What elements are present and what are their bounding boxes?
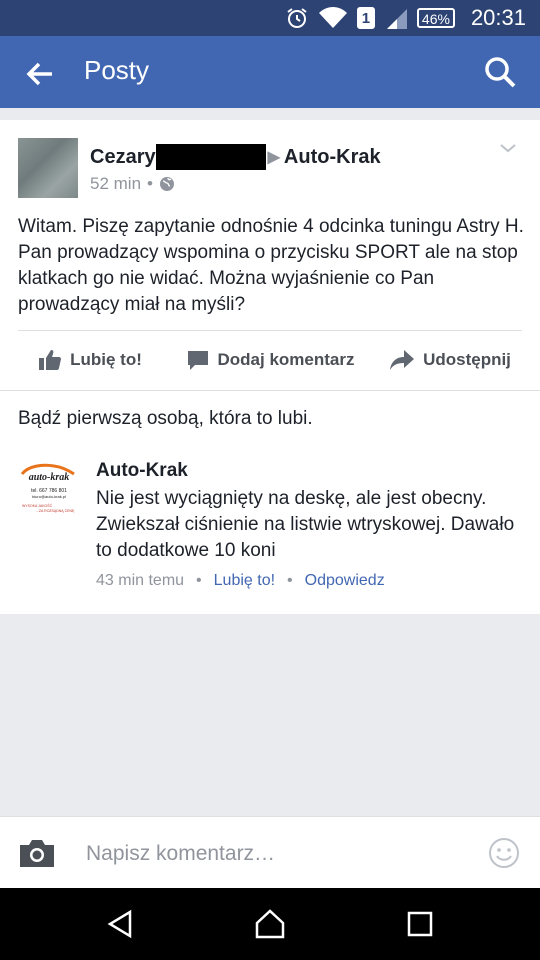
post-time[interactable]: 52 min (90, 174, 141, 194)
share-label: Udostępnij (423, 350, 511, 369)
comment-time: 43 min temu (96, 572, 185, 589)
post-meta: 52 min • (90, 174, 175, 194)
nav-home-icon[interactable] (254, 908, 286, 940)
triangle-right-icon: ▶ (267, 149, 280, 166)
chevron-down-icon[interactable] (498, 138, 518, 158)
comment-button[interactable]: Dodaj komentarz (180, 331, 360, 389)
avatar[interactable] (18, 138, 78, 198)
auto-krak-logo: auto-krak tel. 667 786 801 biuro@auto-kr… (20, 463, 75, 513)
nav-back-icon[interactable] (104, 908, 136, 940)
battery-icon: 46% (416, 8, 455, 28)
comment-composer (0, 816, 540, 889)
clock: 20:31 (470, 5, 526, 30)
system-nav-bar (0, 888, 540, 960)
wifi-icon (318, 7, 347, 28)
like-button[interactable]: Lubię to! (0, 331, 180, 389)
app-bar: Posty (0, 36, 540, 108)
alarm-icon (287, 8, 307, 28)
thumbs-up-icon (39, 350, 62, 370)
globe-icon (159, 177, 174, 191)
svg-text:auto-krak: auto-krak (29, 472, 70, 483)
search-icon[interactable] (482, 54, 518, 90)
camera-icon[interactable] (18, 837, 56, 869)
arrow-back-icon[interactable] (22, 56, 58, 92)
comment-avatar[interactable]: auto-krak tel. 667 786 801 biuro@auto-kr… (18, 460, 80, 522)
page-title: Posty (84, 55, 150, 85)
meta-dot: • (196, 572, 202, 589)
comment-icon (187, 351, 208, 370)
post-actions: Lubię to! Dodaj komentarz Udostępnij (0, 331, 540, 389)
smiley-icon[interactable] (488, 837, 520, 869)
meta-dot: • (287, 572, 293, 589)
target-page-name[interactable]: Auto-Krak (284, 146, 381, 169)
nav-recents-icon[interactable] (404, 908, 436, 940)
comment-author[interactable]: Auto-Krak (96, 460, 188, 482)
comment-input[interactable] (84, 833, 478, 875)
comment-text: Nie jest wyciągnięty na deskę, ale jest … (96, 488, 515, 561)
meta-separator: • (147, 174, 153, 193)
status-bar: 1 46% 20:31 (0, 0, 540, 36)
post-card: Cezary ▶ Auto-Krak 52 min • Witam. Piszę… (0, 120, 540, 614)
likes-summary: Bądź pierwszą osobą, która to lubi. (18, 408, 313, 429)
post-header: Cezary ▶ Auto-Krak (90, 144, 381, 170)
svg-text:WYSOKA JAKOŚĆ: WYSOKA JAKOŚĆ (22, 503, 53, 508)
share-button[interactable]: Udostępnij (360, 331, 540, 389)
comment-label: Dodaj komentarz (217, 350, 355, 369)
like-label: Lubię to! (70, 350, 142, 369)
sim-icon: 1 (356, 7, 375, 29)
post-text: Witam. Piszę zapytanie odnośnie 4 odcink… (18, 216, 524, 315)
signal-icon (386, 9, 407, 29)
divider (0, 390, 540, 391)
comment-meta: 43 min temu • Lubię to! • Odpowiedz (96, 572, 385, 590)
comment-reply-link[interactable]: Odpowiedz (305, 572, 385, 590)
share-arrow-icon (390, 350, 415, 370)
author-name[interactable]: Cezary (90, 146, 156, 169)
svg-text:...ZA ROZSĄDNĄ CENĘ: ...ZA ROZSĄDNĄ CENĘ (36, 509, 75, 513)
redaction-box (155, 144, 266, 170)
svg-text:biuro@auto-krak.pl: biuro@auto-krak.pl (32, 494, 66, 499)
comment-like-link[interactable]: Lubię to! (214, 572, 275, 590)
battery-level: 46% (416, 8, 455, 28)
